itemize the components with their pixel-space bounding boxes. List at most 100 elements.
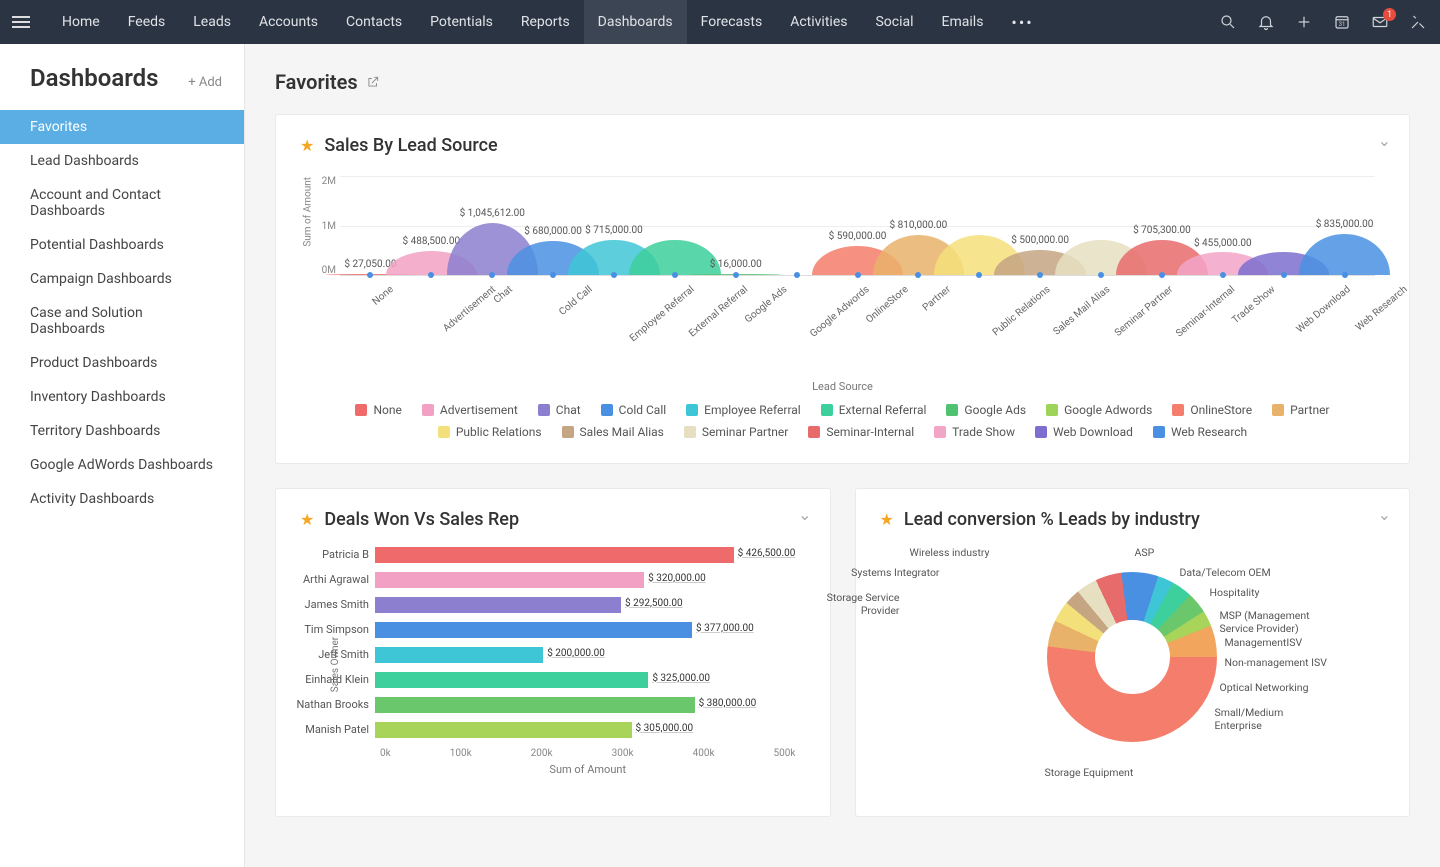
sidebar-item[interactable]: Account and Contact Dashboards <box>0 178 244 228</box>
x-axis-label: Lead Source <box>300 380 1385 393</box>
sidebar-item[interactable]: Inventory Dashboards <box>0 380 244 414</box>
sidebar-item[interactable]: Google AdWords Dashboards <box>0 448 244 482</box>
nav-more-icon[interactable]: ••• <box>997 0 1047 44</box>
bar-row: Arthi Agrawal$ 320,000.00 <box>380 567 796 592</box>
nav-item-contacts[interactable]: Contacts <box>332 0 416 44</box>
bar-value-label: $ 377,000.00 <box>696 623 754 634</box>
nav-item-emails[interactable]: Emails <box>928 0 998 44</box>
data-label: $ 455,000.00 <box>1194 238 1252 249</box>
star-icon[interactable]: ★ <box>300 510 314 529</box>
bell-icon[interactable] <box>1256 12 1276 32</box>
x-tick-label: Public Relations <box>991 284 1053 338</box>
legend-item[interactable]: Seminar Partner <box>684 425 789 439</box>
nav-item-dashboards[interactable]: Dashboards <box>584 0 687 44</box>
tools-icon[interactable] <box>1408 12 1428 32</box>
legend: None Advertisement Chat Cold Call Employee R… <box>300 403 1385 439</box>
data-label: $ 500,000.00 <box>1011 235 1069 246</box>
plus-icon[interactable] <box>1294 12 1314 32</box>
nav-item-accounts[interactable]: Accounts <box>245 0 332 44</box>
nav-item-reports[interactable]: Reports <box>507 0 584 44</box>
bar-value-label: $ 325,000.00 <box>652 673 710 684</box>
sidebar-item[interactable]: Campaign Dashboards <box>0 262 244 296</box>
bar-category: Arthi Agrawal <box>285 573 375 586</box>
sidebar-item[interactable]: Case and Solution Dashboards <box>0 296 244 346</box>
data-label: $ 1,045,612.00 <box>460 208 525 219</box>
add-dashboard-button[interactable]: + Add <box>188 75 222 90</box>
legend-item[interactable]: Cold Call <box>601 403 667 417</box>
legend-item[interactable]: Partner <box>1272 403 1329 417</box>
chevron-down-icon[interactable]: ⌄ <box>798 505 811 524</box>
nav-item-activities[interactable]: Activities <box>776 0 861 44</box>
legend-item[interactable]: None <box>355 403 401 417</box>
nav-right: 31 1 <box>1218 12 1428 32</box>
bar-row: Nathan Brooks$ 380,000.00 <box>380 692 796 717</box>
sidebar-item[interactable]: Lead Dashboards <box>0 144 244 178</box>
chevron-down-icon[interactable]: ⌄ <box>1378 131 1391 150</box>
nav-item-leads[interactable]: Leads <box>179 0 245 44</box>
bar-value-label: $ 380,000.00 <box>699 698 757 709</box>
legend-item[interactable]: Employee Referral <box>686 403 801 417</box>
data-label: $ 715,000.00 <box>585 225 643 236</box>
nav-item-home[interactable]: Home <box>48 0 114 44</box>
x-tick-label: Chat <box>492 284 515 306</box>
data-label: $ 590,000.00 <box>829 231 887 242</box>
data-label: $ 16,000.00 <box>710 259 762 270</box>
x-tick: 300k <box>612 748 634 759</box>
x-tick-label: Google Adwords <box>809 284 872 340</box>
legend-item[interactable]: OnlineStore <box>1172 403 1252 417</box>
x-tick-label: Advertisement <box>441 284 498 334</box>
sidebar-item[interactable]: Favorites <box>0 110 244 144</box>
sidebar-item[interactable]: Product Dashboards <box>0 346 244 380</box>
donut-label: MSP (Management Service Provider) <box>1220 610 1330 635</box>
bar-value-label: $ 200,000.00 <box>547 648 605 659</box>
legend-item[interactable]: Web Research <box>1153 425 1247 439</box>
data-label: $ 835,000.00 <box>1316 219 1374 230</box>
x-tick-label: Seminar Partner <box>1113 284 1175 339</box>
bar-value-label: $ 292,500.00 <box>625 598 683 609</box>
legend-item[interactable]: Sales Mail Alias <box>562 425 664 439</box>
bar-row: Patricia B$ 426,500.00 <box>380 542 796 567</box>
legend-item[interactable]: Public Relations <box>438 425 542 439</box>
bar-category: James Smith <box>285 598 375 611</box>
donut-label: Non-management ISV <box>1225 657 1327 670</box>
donut-label: Data/Telecom OEM <box>1180 567 1271 580</box>
open-external-icon[interactable] <box>366 70 380 94</box>
nav-item-potentials[interactable]: Potentials <box>416 0 507 44</box>
legend-item[interactable]: Advertisement <box>422 403 518 417</box>
svg-text:31: 31 <box>1339 21 1346 28</box>
donut-label: Optical Networking <box>1220 682 1309 695</box>
search-icon[interactable] <box>1218 12 1238 32</box>
star-icon[interactable]: ★ <box>880 510 894 529</box>
bar-category: Tim Simpson <box>285 623 375 636</box>
donut-label: ASP <box>1135 547 1155 560</box>
sidebar: Dashboards + Add FavoritesLead Dashboard… <box>0 44 245 867</box>
mail-badge: 1 <box>1383 8 1396 21</box>
legend-item[interactable]: Seminar-Internal <box>808 425 914 439</box>
legend-item[interactable]: Chat <box>538 403 581 417</box>
menu-icon[interactable] <box>12 16 42 28</box>
donut-label: Storage Equipment <box>1045 767 1134 780</box>
bar-category: Manish Patel <box>285 723 375 736</box>
chevron-down-icon[interactable]: ⌄ <box>1378 505 1391 524</box>
x-tick-label: OnlineStore <box>864 284 911 326</box>
mail-icon[interactable]: 1 <box>1370 12 1390 32</box>
star-icon[interactable]: ★ <box>300 136 314 155</box>
legend-item[interactable]: Google Adwords <box>1046 403 1152 417</box>
sidebar-item[interactable]: Potential Dashboards <box>0 228 244 262</box>
calendar-icon[interactable]: 31 <box>1332 12 1352 32</box>
x-tick-label: Seminar-Internal <box>1174 284 1237 339</box>
nav-item-social[interactable]: Social <box>861 0 927 44</box>
bar-row: James Smith$ 292,500.00 <box>380 592 796 617</box>
nav-item-forecasts[interactable]: Forecasts <box>687 0 777 44</box>
card-title: Deals Won Vs Sales Rep <box>324 509 519 530</box>
donut-label: Wireless industry <box>910 547 990 560</box>
x-tick-label: Trade Show <box>1230 284 1277 326</box>
sidebar-item[interactable]: Territory Dashboards <box>0 414 244 448</box>
legend-item[interactable]: Web Download <box>1035 425 1133 439</box>
legend-item[interactable]: Trade Show <box>934 425 1015 439</box>
nav-item-feeds[interactable]: Feeds <box>114 0 180 44</box>
sidebar-item[interactable]: Activity Dashboards <box>0 482 244 516</box>
legend-item[interactable]: Google Ads <box>946 403 1026 417</box>
legend-item[interactable]: External Referral <box>821 403 927 417</box>
x-tick-label: Sales Mail Alias <box>1051 284 1112 338</box>
